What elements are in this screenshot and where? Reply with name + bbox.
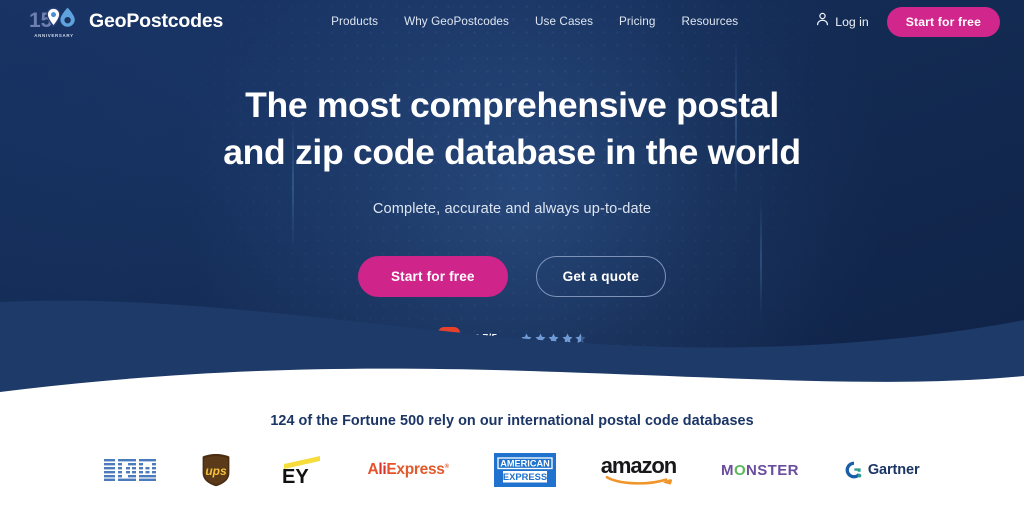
brand-logo[interactable]: 15 ANNIVERSARY GeoPostcodes (28, 5, 223, 39)
svg-text:EXPRESS: EXPRESS (503, 471, 547, 482)
monster-nster: NSTER (746, 461, 799, 479)
brand-name: GeoPostcodes (89, 10, 224, 32)
nav-item-use-cases[interactable]: Use Cases (535, 15, 593, 28)
main-navigation: Products Why GeoPostcodes Use Cases Pric… (331, 15, 738, 28)
aliexpress-a: A (367, 461, 379, 478)
ey-logo-icon: EY (276, 451, 322, 489)
svg-text:EY: EY (282, 466, 309, 485)
gartner-wordmark: Gartner (867, 462, 920, 478)
aliexpress-e: E (386, 461, 397, 478)
header-start-for-free-button[interactable]: Start for free (886, 6, 1000, 37)
trademark-icon: ® (444, 463, 449, 470)
aliexpress-wordmark: AliExpress® (367, 461, 449, 479)
ups-logo-icon: ups (201, 451, 231, 489)
monster-wordmark: MONSTER (721, 462, 799, 479)
monster-o: O (733, 461, 747, 479)
american-express-logo-icon: AMERICAN EXPRESS (493, 451, 556, 489)
nav-item-resources[interactable]: Resources (681, 15, 738, 28)
customer-logo-strip: ups EY AliExpress® AMERICAN EXPRESS amaz… (0, 451, 1024, 489)
amazon-smile-icon (605, 475, 672, 485)
aliexpress-xpress: xpress (396, 461, 445, 478)
user-icon (816, 12, 829, 31)
aliexpress-logo-icon: AliExpress® (367, 451, 449, 489)
page-title: The most comprehensive postal and zip co… (0, 82, 1024, 176)
gartner-logo-icon: Gartner (844, 451, 920, 489)
hero-subtitle: Complete, accurate and always up-to-date (372, 201, 652, 217)
landing-page: 15 ANNIVERSARY GeoPostcodes Products Why… (0, 0, 1024, 505)
login-label: Log in (835, 14, 869, 29)
amazon-logo-icon: amazon (601, 451, 677, 489)
trust-section: 124 of the Fortune 500 rely on our inter… (0, 392, 1024, 505)
headline-line-1: The most comprehensive postal (245, 85, 779, 125)
login-link[interactable]: Log in (816, 12, 869, 31)
site-header: 15 ANNIVERSARY GeoPostcodes Products Why… (0, 0, 1024, 43)
monster-m: M (721, 461, 734, 479)
headline-line-2: and zip code database in the world (223, 132, 801, 172)
anniversary-badge-icon: 15 ANNIVERSARY (28, 5, 80, 39)
nav-item-products[interactable]: Products (331, 15, 378, 28)
svg-text:ups: ups (206, 464, 228, 478)
ibm-logo-icon (104, 451, 157, 489)
nav-item-why-geopostcodes[interactable]: Why GeoPostcodes (404, 15, 509, 28)
header-actions: Log in Start for free (816, 6, 1004, 37)
anniversary-label: ANNIVERSARY (34, 32, 74, 38)
svg-text:AMERICAN: AMERICAN (500, 459, 550, 469)
monster-logo-icon: MONSTER (721, 451, 799, 489)
nav-item-pricing[interactable]: Pricing (619, 15, 655, 28)
trust-title: 124 of the Fortune 500 rely on our inter… (270, 413, 754, 429)
